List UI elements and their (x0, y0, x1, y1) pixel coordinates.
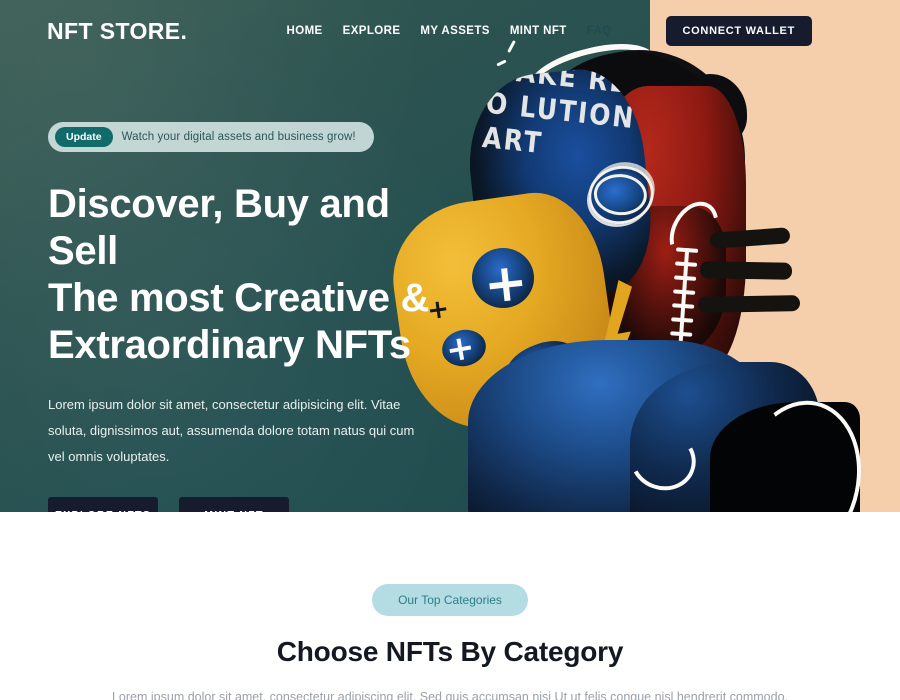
update-badge-text: Watch your digital assets and business g… (121, 131, 356, 143)
hero-paragraph: Lorem ipsum dolor sit amet, consectetur … (48, 397, 415, 464)
connect-wallet-button[interactable]: CONNECT WALLET (665, 16, 812, 46)
hero-button-group: EXPLORE NFTS MINT NFT (48, 497, 468, 512)
artwork-cross-mark: + (480, 251, 531, 317)
categories-section: Our Top Categories Choose NFTs By Catego… (0, 512, 900, 700)
hero-heading-line-2: The most Creative & (48, 276, 430, 320)
nav-link-faq[interactable]: FAQ (587, 25, 612, 37)
categories-heading: Choose NFTs By Category (276, 636, 624, 667)
nav-link-my-assets[interactable]: MY ASSETS (420, 25, 489, 37)
nav-link-home[interactable]: HOME (287, 25, 323, 37)
hero-content: Update Watch your digital assets and bus… (48, 122, 468, 512)
hero-heading: Discover, Buy and Sell The most Creative… (48, 181, 468, 369)
nav-link-mint-nft[interactable]: MINT NFT (510, 25, 567, 37)
top-navigation-bar: NFT STORE. HOME EXPLORE MY ASSETS MINT N… (0, 0, 900, 62)
update-chip-label: Update (55, 127, 113, 147)
brand-logo[interactable]: NFT STORE. (47, 18, 187, 45)
landing-page: MAKE REVO LUTION ART + + + NFT STORE. HO… (0, 0, 900, 700)
nav-links-group: HOME EXPLORE MY ASSETS MINT NFT FAQ (287, 25, 612, 37)
explore-nfts-button[interactable]: EXPLORE NFTS (48, 497, 158, 512)
artwork-brush-stroke (697, 295, 801, 313)
mint-nft-button[interactable]: MINT NFT (179, 497, 289, 512)
artwork-brush-stroke (699, 261, 793, 280)
hero-section: MAKE REVO LUTION ART + + + NFT STORE. HO… (0, 0, 900, 512)
categories-eyebrow-pill[interactable]: Our Top Categories (372, 584, 528, 616)
hero-heading-line-1: Discover, Buy and Sell (48, 182, 390, 273)
hero-heading-line-3: Extraordinary NFTs (48, 323, 411, 367)
categories-subtitle: Lorem ipsum dolor sit amet, consectetur … (111, 690, 788, 700)
nav-link-explore[interactable]: EXPLORE (343, 25, 401, 37)
hero-update-badge[interactable]: Update Watch your digital assets and bus… (48, 122, 374, 152)
